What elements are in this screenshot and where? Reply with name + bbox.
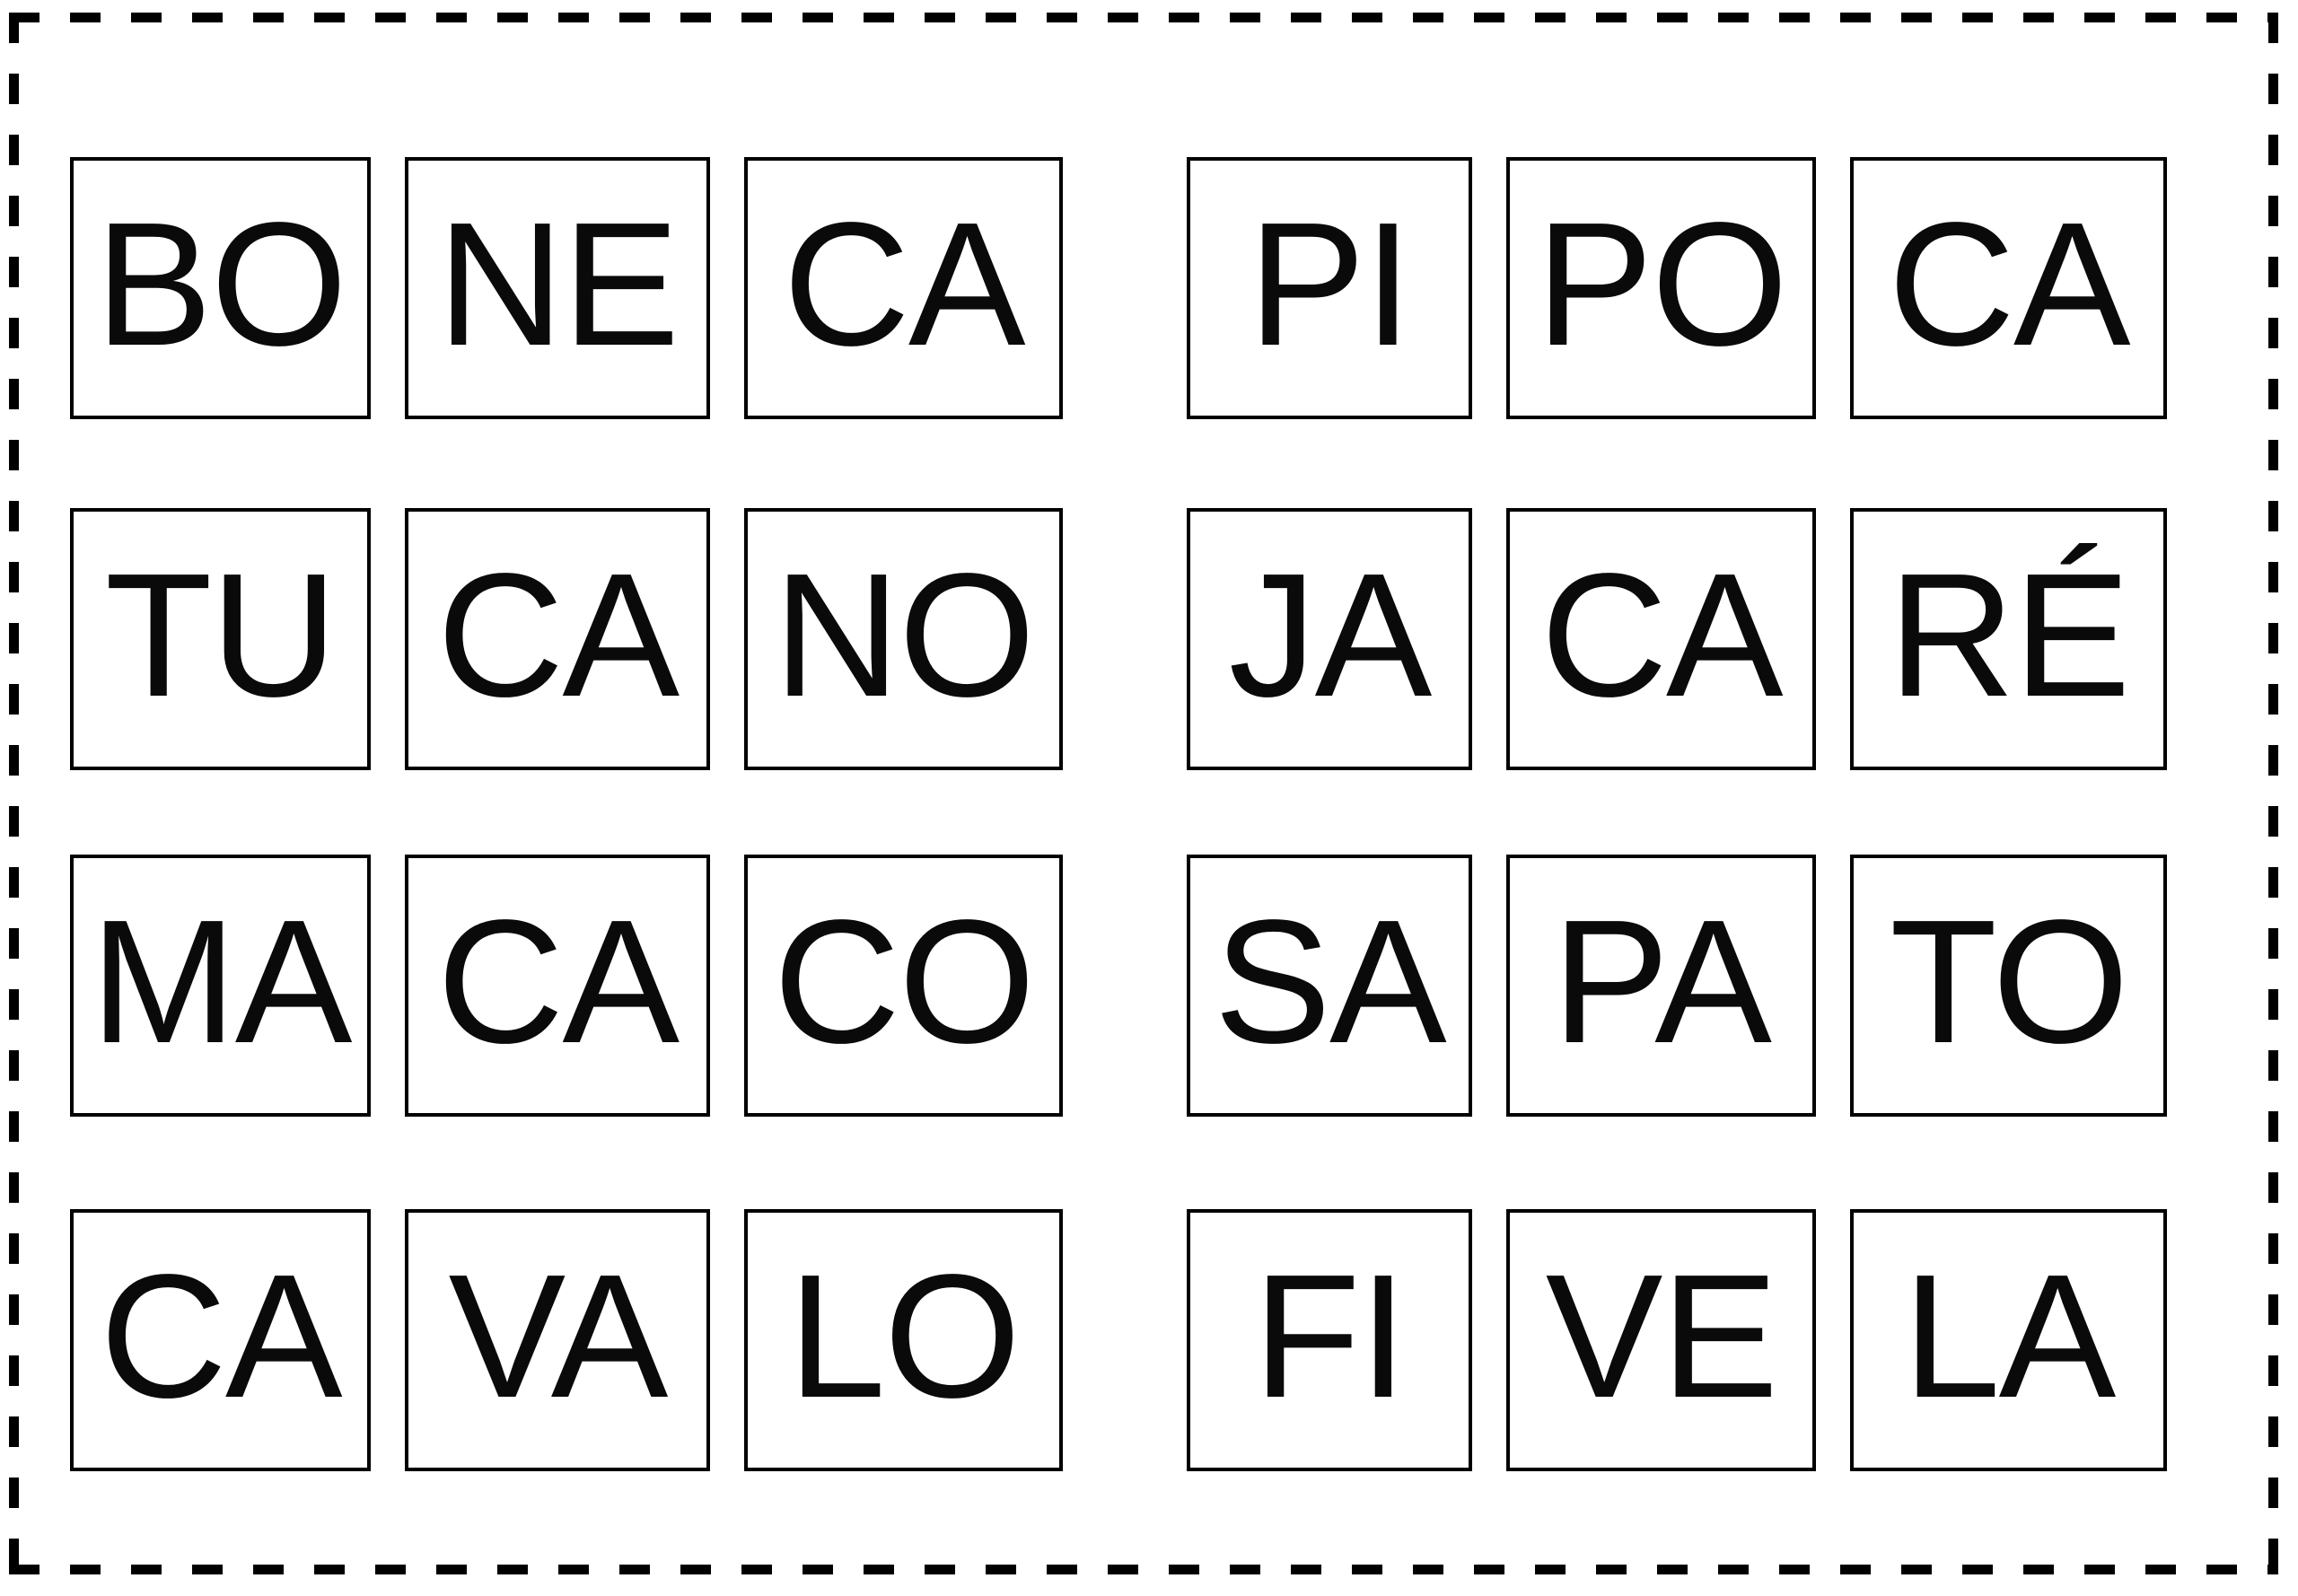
syllable-card[interactable]: JA bbox=[1187, 508, 1472, 770]
syllable-card[interactable]: CA bbox=[70, 1209, 371, 1471]
syllable-label: JA bbox=[1228, 536, 1433, 733]
syllable-card[interactable]: CA bbox=[1850, 157, 2167, 419]
syllable-label: SA bbox=[1214, 882, 1446, 1080]
syllable-card[interactable]: CA bbox=[1506, 508, 1816, 770]
syllable-card[interactable]: NO bbox=[744, 508, 1063, 770]
syllable-label: CA bbox=[100, 1237, 342, 1434]
syllable-label: CO bbox=[773, 882, 1036, 1080]
syllable-card[interactable]: LA bbox=[1850, 1209, 2167, 1471]
syllable-card[interactable]: CA bbox=[405, 855, 710, 1117]
syllable-label: TO bbox=[1890, 882, 2129, 1080]
card-row: MA CA CO SA PA TO bbox=[70, 855, 2188, 1117]
syllable-label: CA bbox=[1540, 536, 1783, 733]
syllable-label: BO bbox=[94, 185, 347, 382]
syllable-label: TU bbox=[104, 536, 338, 733]
syllable-card[interactable]: VE bbox=[1506, 1209, 1816, 1471]
dashed-border-left bbox=[9, 13, 19, 1574]
syllable-label: CA bbox=[1888, 185, 2130, 382]
card-row: TU CA NO JA CA RÉ bbox=[70, 508, 2188, 770]
syllable-card[interactable]: BO bbox=[70, 157, 371, 419]
syllable-card[interactable]: FI bbox=[1187, 1209, 1472, 1471]
syllable-label: CA bbox=[436, 882, 680, 1080]
syllable-card[interactable]: PO bbox=[1506, 157, 1816, 419]
syllable-label: PA bbox=[1552, 882, 1772, 1080]
syllable-label: CA bbox=[783, 185, 1025, 382]
syllable-label: NE bbox=[436, 185, 680, 382]
syllable-card[interactable]: PI bbox=[1187, 157, 1472, 419]
worksheet-sheet: BO NE CA PI PO CA TU CA NO JA CA RÉ MA C… bbox=[9, 13, 2278, 1574]
card-row: BO NE CA PI PO CA bbox=[70, 157, 2188, 419]
syllable-label: VA bbox=[448, 1237, 669, 1434]
syllable-label: VE bbox=[1545, 1237, 1778, 1434]
syllable-label: NO bbox=[773, 536, 1036, 733]
syllable-card[interactable]: VA bbox=[405, 1209, 710, 1471]
syllable-label: CA bbox=[436, 536, 680, 733]
syllable-card[interactable]: SA bbox=[1187, 855, 1472, 1117]
syllable-card[interactable]: TO bbox=[1850, 855, 2167, 1117]
syllable-label: PI bbox=[1248, 185, 1412, 382]
dashed-border-right bbox=[2268, 13, 2278, 1574]
dashed-border-top bbox=[9, 13, 2278, 22]
syllable-label: PO bbox=[1535, 185, 1788, 382]
syllable-label: FI bbox=[1252, 1237, 1408, 1434]
syllable-label: RÉ bbox=[1888, 536, 2130, 733]
syllable-card[interactable]: RÉ bbox=[1850, 508, 2167, 770]
syllable-card[interactable]: TU bbox=[70, 508, 371, 770]
syllable-card[interactable]: CO bbox=[744, 855, 1063, 1117]
syllable-card[interactable]: PA bbox=[1506, 855, 1816, 1117]
syllable-card-grid: BO NE CA PI PO CA TU CA NO JA CA RÉ MA C… bbox=[70, 157, 2188, 1481]
syllable-card[interactable]: CA bbox=[405, 508, 710, 770]
syllable-card[interactable]: NE bbox=[405, 157, 710, 419]
syllable-card[interactable]: CA bbox=[744, 157, 1063, 419]
dashed-border-bottom bbox=[9, 1565, 2278, 1574]
syllable-label: LO bbox=[787, 1237, 1021, 1434]
syllable-label: LA bbox=[1902, 1237, 2117, 1434]
syllable-card[interactable]: LO bbox=[744, 1209, 1063, 1471]
syllable-label: MA bbox=[90, 882, 353, 1080]
card-row: CA VA LO FI VE LA bbox=[70, 1209, 2188, 1471]
syllable-card[interactable]: MA bbox=[70, 855, 371, 1117]
